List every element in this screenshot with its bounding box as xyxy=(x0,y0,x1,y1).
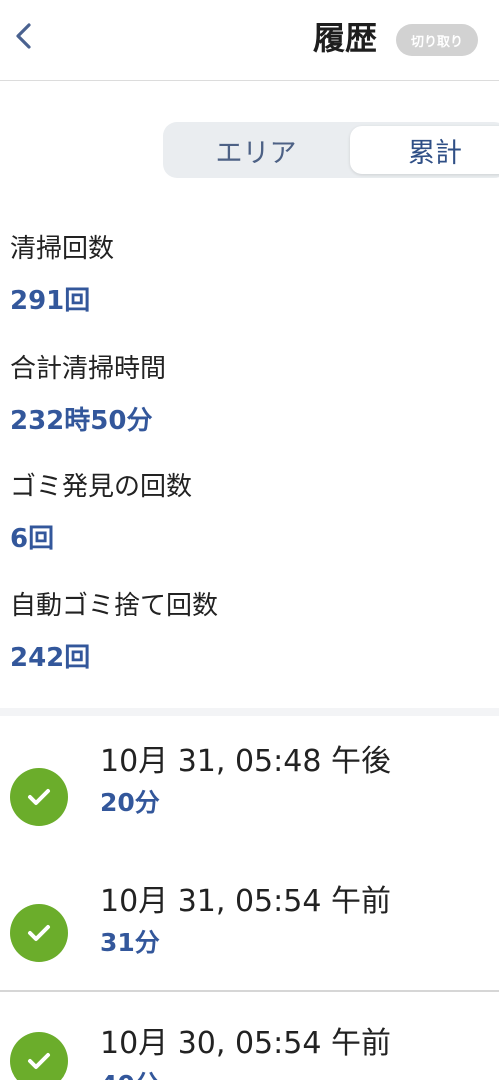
list-divider xyxy=(0,990,499,992)
cut-button[interactable]: 切り取り xyxy=(396,24,478,56)
history-item-duration: 40分 xyxy=(100,1070,160,1080)
tab-area[interactable]: エリア xyxy=(163,122,349,178)
history-item[interactable]: 10月 31, 05:54 午前 31分 xyxy=(0,852,499,992)
dirt-detected-value: 6回 xyxy=(10,524,55,554)
chevron-left-icon xyxy=(16,23,31,49)
page-title: 履歴 xyxy=(312,19,377,57)
history-item-date: 10月 31, 05:48 午後 xyxy=(100,744,391,779)
checkmark-icon xyxy=(10,904,68,962)
total-time-label: 合計清掃時間 xyxy=(10,354,167,384)
cleaning-count-value: 291回 xyxy=(10,286,91,316)
total-time-value: 232時50分 xyxy=(10,406,153,436)
tab-total[interactable]: 累計 xyxy=(350,126,499,174)
cleaning-count-label: 清掃回数 xyxy=(10,234,115,264)
history-item[interactable]: 10月 30, 05:54 午前 40分 xyxy=(0,994,499,1080)
segmented-control: エリア 累計 xyxy=(163,122,499,178)
history-item-date: 10月 31, 05:54 午前 xyxy=(100,884,391,919)
history-item-duration: 20分 xyxy=(100,788,160,817)
history-screen: 履歴 切り取り エリア 累計 清掃回数 291回 合計清掃時間 232時50分 … xyxy=(0,0,499,1080)
dirt-detected-label: ゴミ発見の回数 xyxy=(10,472,193,502)
auto-empty-value: 242回 xyxy=(10,643,91,673)
auto-empty-label: 自動ゴミ捨て回数 xyxy=(10,591,219,621)
history-item[interactable]: 10月 31, 05:48 午後 20分 xyxy=(0,716,499,856)
back-button[interactable] xyxy=(4,14,44,58)
history-item-duration: 31分 xyxy=(100,928,160,957)
checkmark-icon xyxy=(10,1032,68,1080)
header-bar: 履歴 切り取り xyxy=(0,0,499,81)
history-item-date: 10月 30, 05:54 午前 xyxy=(100,1026,391,1061)
section-divider xyxy=(0,708,499,716)
checkmark-icon xyxy=(10,768,68,826)
